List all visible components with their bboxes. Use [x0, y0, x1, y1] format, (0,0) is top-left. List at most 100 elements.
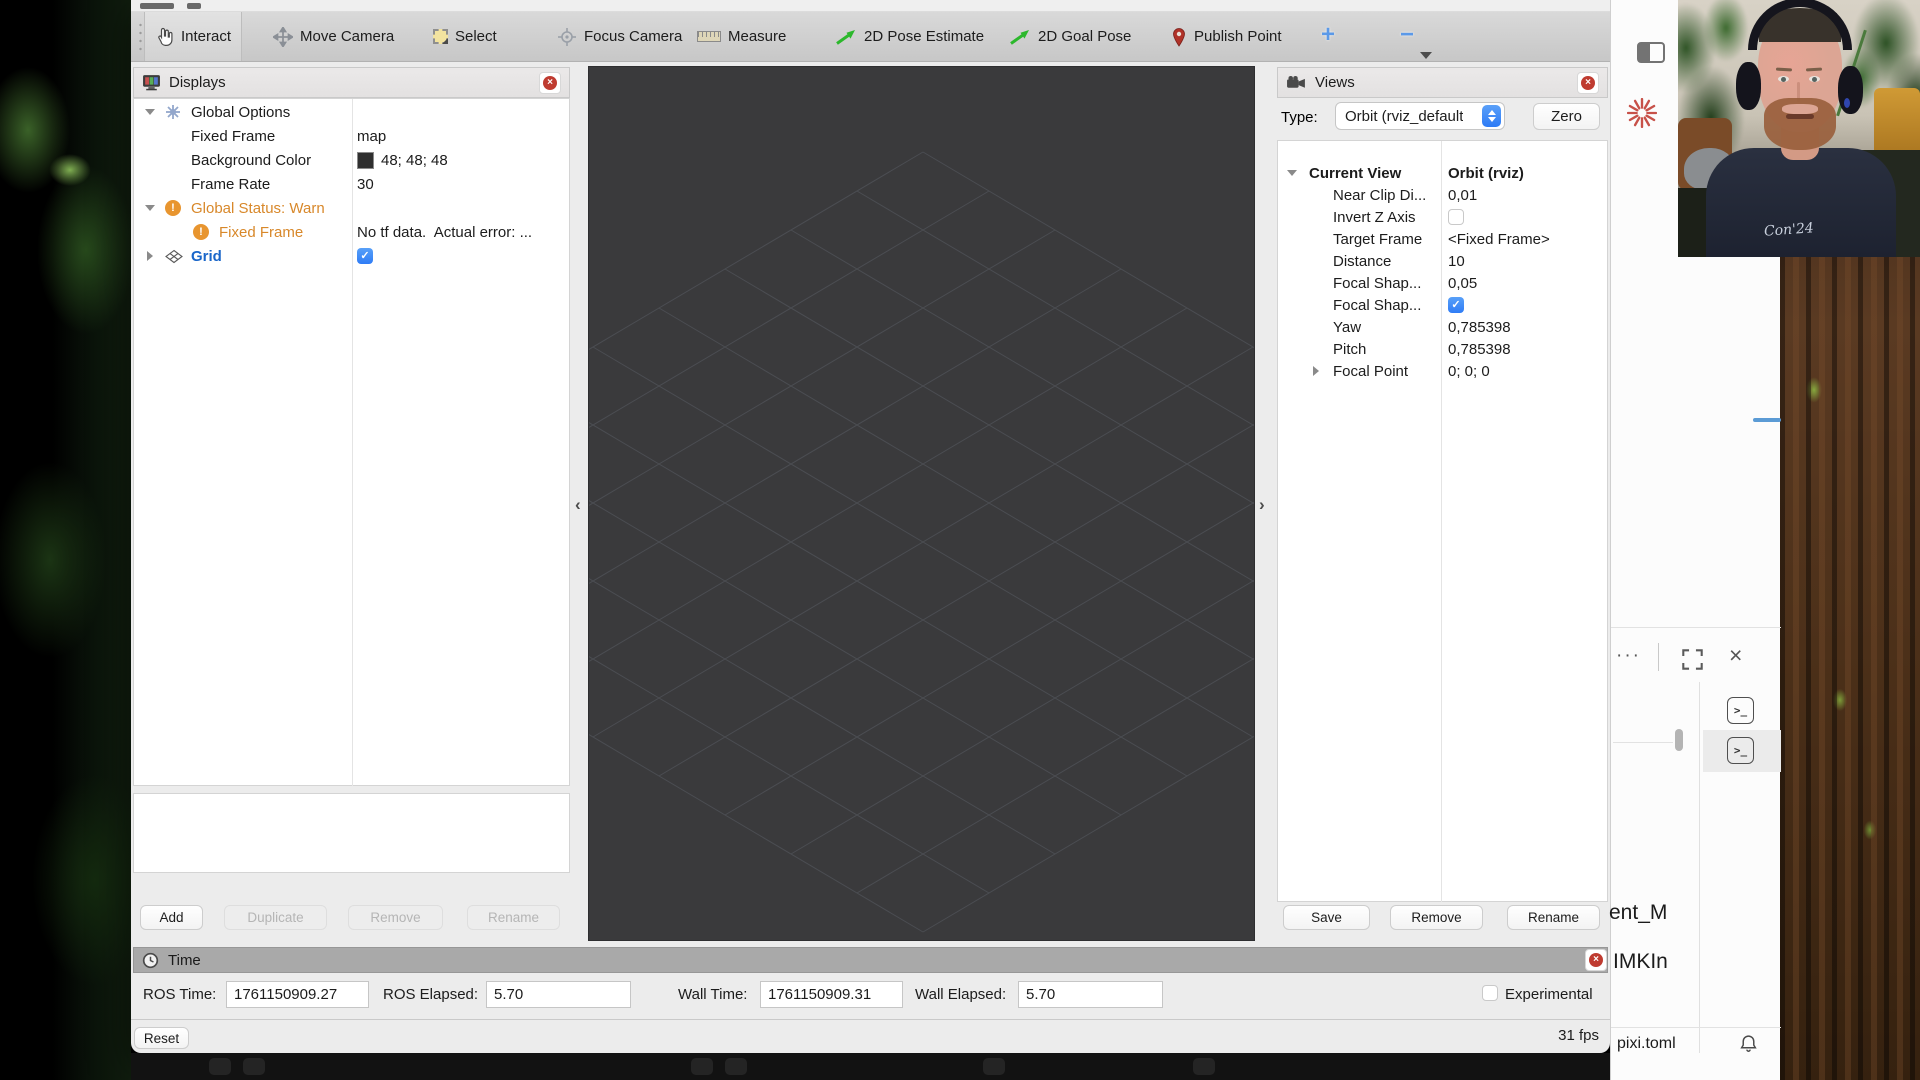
- dock-icon[interactable]: [725, 1058, 747, 1075]
- focal-shape-checkbox[interactable]: ✓: [1448, 297, 1464, 313]
- starburst-icon[interactable]: [1627, 98, 1657, 128]
- chevron-down-icon[interactable]: [1287, 170, 1297, 176]
- row-label: Pitch: [1333, 338, 1366, 360]
- blue-indicator-dash: [1753, 418, 1781, 422]
- tree-row-grid[interactable]: Grid ✓: [133, 244, 570, 268]
- view-type-dropdown[interactable]: Orbit (rviz_default: [1335, 102, 1505, 130]
- duplicate-display-button: Duplicate: [224, 905, 327, 930]
- views-close-button[interactable]: ×: [1577, 72, 1599, 94]
- dock-icon[interactable]: [691, 1058, 713, 1075]
- tree-row-distance[interactable]: Distance 10: [1277, 250, 1608, 272]
- tree-row-focal-point[interactable]: Focal Point 0; 0; 0: [1277, 360, 1608, 382]
- tool-measure[interactable]: Measure: [687, 12, 796, 61]
- save-view-button[interactable]: Save: [1283, 905, 1370, 930]
- terminal-icon[interactable]: >_: [1727, 697, 1754, 724]
- tree-row-invert-z[interactable]: Invert Z Axis: [1277, 206, 1608, 228]
- move-camera-icon: [273, 27, 293, 47]
- tool-interact[interactable]: Interact: [144, 12, 242, 61]
- tool-move-camera[interactable]: Move Camera: [263, 12, 404, 61]
- tree-row-current-view[interactable]: Current View Orbit (rviz): [1277, 162, 1608, 184]
- time-panel-header: Time: [133, 947, 1608, 973]
- row-value[interactable]: 48; 48; 48: [381, 148, 448, 172]
- tool-publish-point[interactable]: Publish Point: [1161, 12, 1292, 61]
- tree-row-background-color[interactable]: Background Color 48; 48; 48: [133, 148, 570, 172]
- zero-button[interactable]: Zero: [1533, 103, 1600, 130]
- row-label: Focal Shap...: [1333, 294, 1421, 316]
- tree-row-frame-rate[interactable]: Frame Rate 30: [133, 172, 570, 196]
- chevron-down-icon[interactable]: [145, 205, 155, 211]
- 3d-viewport[interactable]: [588, 66, 1255, 941]
- row-label: Near Clip Di...: [1333, 184, 1426, 206]
- chevron-right-icon[interactable]: [1313, 366, 1319, 376]
- expand-icon[interactable]: [1681, 648, 1704, 671]
- row-label: Current View: [1309, 162, 1401, 184]
- tree-row-focal-shape-fixed[interactable]: Focal Shap... ✓: [1277, 294, 1608, 316]
- displays-close-button[interactable]: ×: [539, 72, 561, 94]
- tree-row-fixed-frame[interactable]: Fixed Frame map: [133, 124, 570, 148]
- row-value[interactable]: 10: [1448, 250, 1465, 272]
- tree-row-global-options[interactable]: Global Options: [133, 100, 570, 124]
- scrollbar-thumb[interactable]: [1675, 729, 1683, 751]
- dock-icon[interactable]: [1193, 1058, 1215, 1075]
- panel-title: Time: [168, 952, 201, 969]
- row-value[interactable]: 0,01: [1448, 184, 1477, 206]
- row-value[interactable]: <Fixed Frame>: [1448, 228, 1550, 250]
- collapse-right-panel-arrow[interactable]: ›: [1259, 495, 1265, 515]
- grid-enabled-checkbox[interactable]: ✓: [357, 248, 373, 264]
- wall-elapsed-field[interactable]: [1018, 981, 1163, 1008]
- color-swatch[interactable]: [357, 152, 374, 169]
- experimental-checkbox[interactable]: [1482, 985, 1498, 1001]
- sidebar-layout-icon[interactable]: [1637, 42, 1665, 63]
- dropdown-stepper-icon: [1482, 105, 1501, 127]
- invert-z-checkbox[interactable]: [1448, 209, 1464, 225]
- tool-focus-camera[interactable]: Focus Camera: [547, 12, 692, 61]
- toolbar-overflow-chevron-icon[interactable]: [1420, 52, 1432, 59]
- tree-row-fixed-frame-warn[interactable]: ! Fixed Frame No tf data. Actual error: …: [133, 220, 570, 244]
- row-value[interactable]: 0,785398: [1448, 338, 1511, 360]
- close-icon: ×: [543, 76, 557, 90]
- close-icon: ×: [1589, 953, 1603, 967]
- time-close-button[interactable]: ×: [1585, 949, 1607, 971]
- tool-2d-goal-pose[interactable]: 2D Goal Pose: [999, 12, 1141, 61]
- tree-row-near-clip[interactable]: Near Clip Di... 0,01: [1277, 184, 1608, 206]
- add-tool-button[interactable]: +: [1313, 20, 1343, 50]
- row-value[interactable]: 30: [357, 172, 374, 196]
- dock-icon[interactable]: [983, 1058, 1005, 1075]
- tree-row-target-frame[interactable]: Target Frame <Fixed Frame>: [1277, 228, 1608, 250]
- collapse-left-panel-arrow[interactable]: ‹: [575, 495, 581, 515]
- row-value[interactable]: map: [357, 124, 386, 148]
- add-display-button[interactable]: Add: [140, 905, 203, 930]
- tree-row-focal-shape-size[interactable]: Focal Shap... 0,05: [1277, 272, 1608, 294]
- tree-row-global-status[interactable]: ! Global Status: Warn: [133, 196, 570, 220]
- tree-row-pitch[interactable]: Pitch 0,785398: [1277, 338, 1608, 360]
- terminal-icon[interactable]: >_: [1727, 737, 1754, 764]
- tree-row-yaw[interactable]: Yaw 0,785398: [1277, 316, 1608, 338]
- row-value: No tf data. Actual error: ...: [357, 220, 532, 244]
- rename-view-button[interactable]: Rename: [1507, 905, 1600, 930]
- row-value[interactable]: 0; 0; 0: [1448, 360, 1490, 382]
- tool-label: Measure: [728, 28, 786, 45]
- wall-time-field[interactable]: [760, 981, 903, 1008]
- dock-icon[interactable]: [209, 1058, 231, 1075]
- focus-camera-icon: [557, 27, 577, 47]
- chevron-down-icon[interactable]: [145, 109, 155, 115]
- tool-2d-pose-estimate[interactable]: 2D Pose Estimate: [825, 12, 994, 61]
- ros-elapsed-field[interactable]: [486, 981, 631, 1008]
- tool-select[interactable]: Select: [423, 12, 507, 61]
- ros-time-field[interactable]: [226, 981, 369, 1008]
- more-actions-icon[interactable]: ···: [1616, 645, 1641, 667]
- reset-button[interactable]: Reset: [134, 1027, 189, 1049]
- row-value[interactable]: 0,05: [1448, 272, 1477, 294]
- remove-tool-button[interactable]: −: [1392, 20, 1422, 50]
- panel-title: Displays: [169, 74, 226, 91]
- row-value[interactable]: 0,785398: [1448, 316, 1511, 338]
- row-label: Distance: [1333, 250, 1391, 272]
- panel-title: Views: [1315, 74, 1355, 91]
- bell-icon[interactable]: [1739, 1034, 1758, 1053]
- measure-ruler-icon: [697, 31, 721, 42]
- remove-view-button[interactable]: Remove: [1390, 905, 1483, 930]
- row-label: Frame Rate: [191, 172, 270, 196]
- close-icon[interactable]: ×: [1729, 642, 1742, 669]
- dock-icon[interactable]: [243, 1058, 265, 1075]
- chevron-right-icon[interactable]: [147, 251, 153, 261]
